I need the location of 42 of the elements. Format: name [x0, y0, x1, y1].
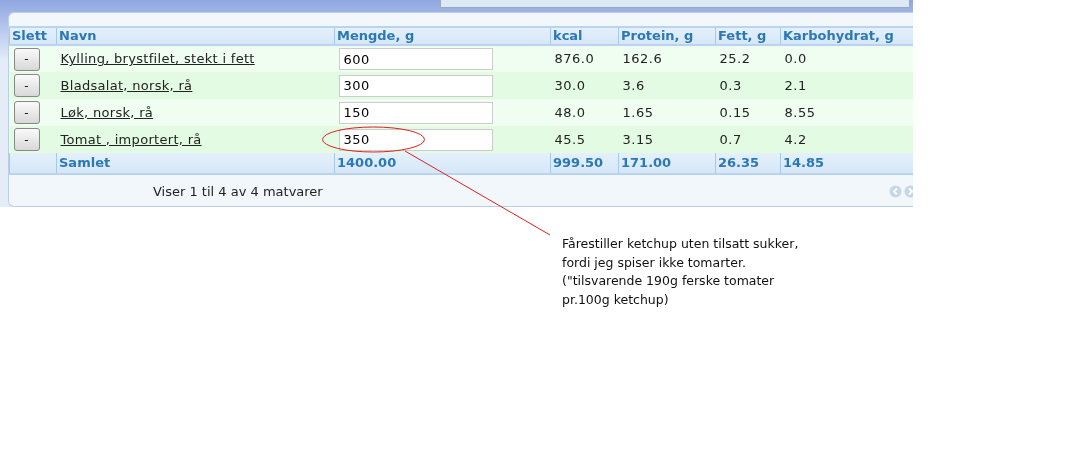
column-header[interactable]: Slett: [9, 27, 57, 45]
table-cell: 45.5: [554, 131, 586, 147]
delete-button[interactable]: -: [13, 47, 40, 71]
table-cell: 162.6: [622, 51, 663, 67]
table-cell: 30.0: [554, 77, 586, 93]
total-cell: 171.00: [621, 155, 672, 170]
table-cell: 4.2: [784, 131, 807, 147]
amount-field[interactable]: 150: [338, 101, 493, 124]
food-link[interactable]: Løk, norsk, rå: [60, 104, 154, 120]
table-cell: 0.3: [719, 77, 742, 93]
table-cell: 0.0: [784, 51, 807, 67]
table-cell: 3.6: [622, 77, 645, 93]
total-cell: 26.35: [718, 155, 760, 170]
table-cell: 1.65: [622, 104, 654, 120]
annotation-note: Fårestiller ketchup uten tilsatt sukker, fordi jeg spiser ikke tomarter. ("tilsvarende 190g ferske tomater pr.100g ketchup): [562, 235, 799, 309]
delete-button[interactable]: -: [13, 74, 40, 97]
amount-field[interactable]: 300: [338, 74, 493, 97]
delete-button[interactable]: -: [13, 128, 40, 151]
column-header[interactable]: Navn: [56, 27, 335, 45]
previous-page-icon[interactable]: [889, 184, 902, 198]
table-cell: 8.55: [784, 104, 816, 120]
table-cell: 2.1: [784, 77, 807, 93]
column-header[interactable]: Mengde, g: [334, 27, 551, 45]
table-cell: 48.0: [554, 104, 586, 120]
next-page-icon[interactable]: [904, 184, 913, 198]
delete-button[interactable]: -: [13, 101, 40, 124]
amount-field[interactable]: 350: [338, 128, 493, 151]
column-header[interactable]: kcal: [550, 27, 619, 45]
total-cell: 999.50: [553, 155, 604, 170]
column-header[interactable]: Fett, g: [715, 27, 781, 45]
table-cell: 25.2: [719, 51, 751, 67]
table-cell: 876.0: [554, 51, 595, 67]
amount-field[interactable]: 600: [338, 48, 493, 70]
table-cell: 0.7: [719, 131, 742, 147]
total-label: Samlet: [59, 155, 111, 170]
column-header[interactable]: Karbohydrat, g: [780, 27, 913, 45]
column-header[interactable]: Protein, g: [618, 27, 716, 45]
paging-info: Viser 1 til 4 av 4 matvarer: [153, 182, 323, 201]
total-cell: 1400.00: [337, 155, 397, 170]
table-cell: 0.15: [719, 104, 751, 120]
total-cell: 14.85: [783, 155, 825, 170]
table-cell: 3.15: [622, 131, 654, 147]
